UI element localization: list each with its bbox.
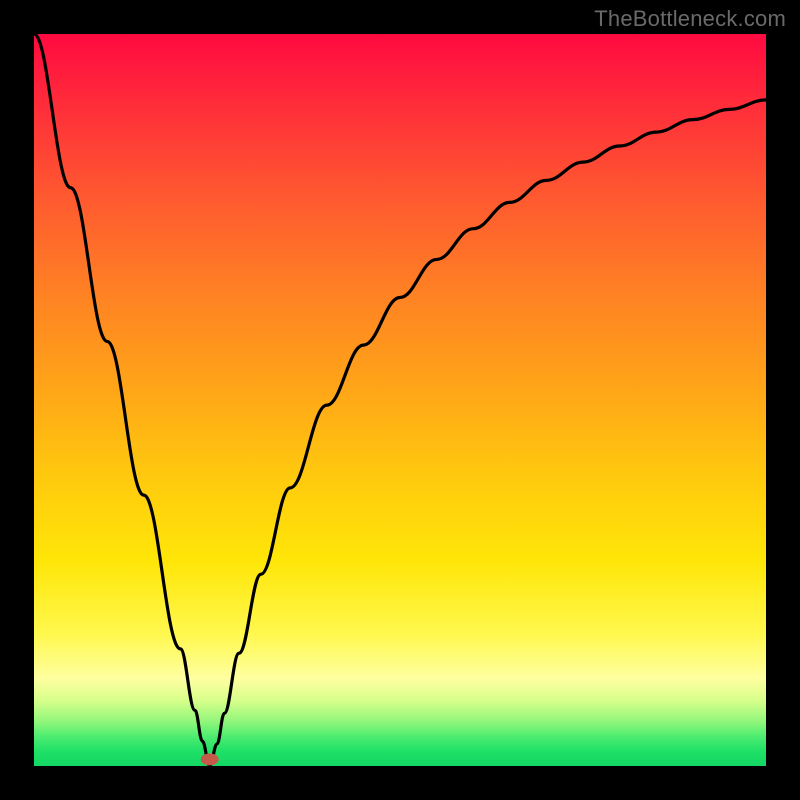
chart-frame: TheBottleneck.com (0, 0, 800, 800)
watermark-text: TheBottleneck.com (594, 6, 786, 32)
min-marker (201, 753, 219, 765)
plot-area (34, 34, 766, 766)
bottleneck-curve (34, 34, 766, 766)
curve-layer (34, 34, 766, 766)
